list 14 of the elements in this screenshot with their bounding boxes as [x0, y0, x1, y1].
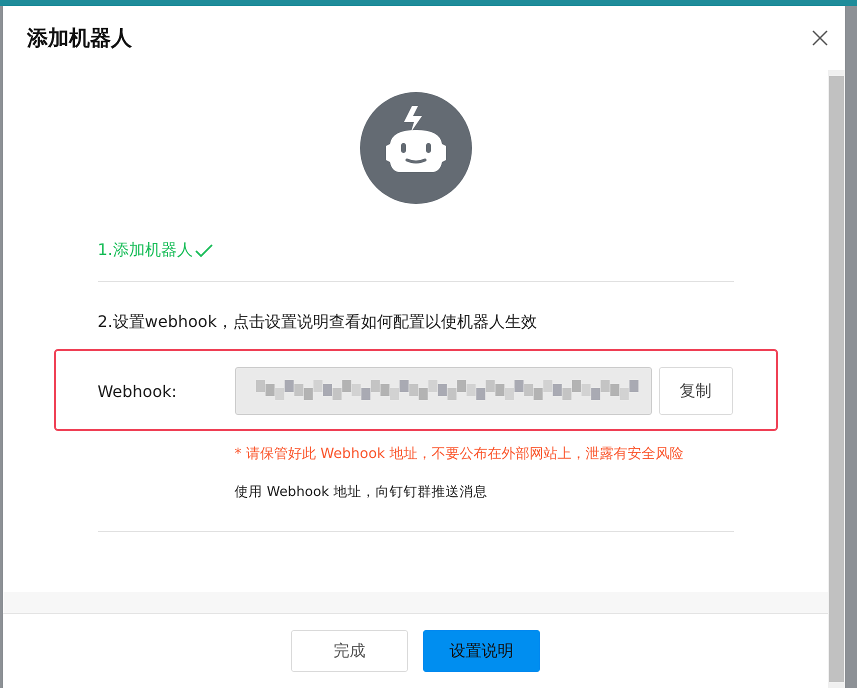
- close-icon: [811, 29, 829, 47]
- primary-button[interactable]: 设置说明: [423, 630, 540, 672]
- check-icon: [194, 244, 213, 258]
- scrollbar[interactable]: [828, 70, 845, 688]
- webhook-field[interactable]: [234, 367, 652, 415]
- warning-text: * 请保管好此 Webhook 地址，不要公布在外部网站上，泄露有安全风险: [234, 445, 684, 463]
- webhook-label: Webhook:: [98, 382, 178, 400]
- secondary-button[interactable]: 完成: [291, 630, 408, 672]
- note-text: 使用 Webhook 地址，向钉钉群推送消息: [234, 483, 488, 501]
- step-title: 2.设置webhook，点击设置说明查看如何配置以使机器人生效: [98, 312, 537, 333]
- step-title: 1.添加机器人: [98, 240, 193, 261]
- copy-button[interactable]: 复制: [658, 367, 732, 415]
- robot-icon: [360, 92, 472, 204]
- dialog-title: 添加机器人: [27, 25, 132, 52]
